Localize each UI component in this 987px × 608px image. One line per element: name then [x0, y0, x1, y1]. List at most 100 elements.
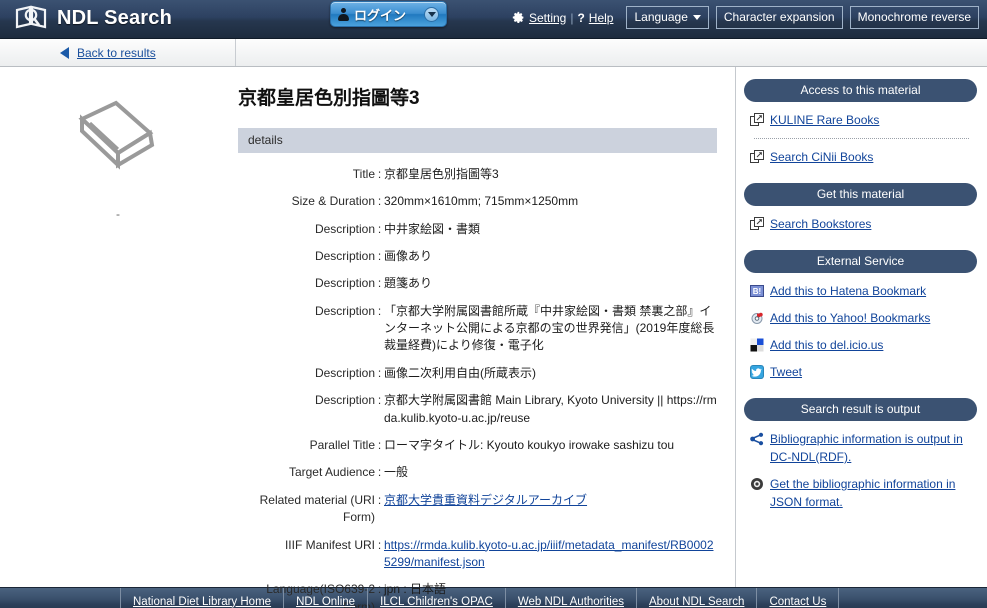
sidebar-item[interactable]: Add this to del.icio.us [750, 336, 977, 354]
sidebar-item[interactable]: B! Add this to Hatena Bookmark [750, 282, 977, 300]
footer-link[interactable]: Web NDL Authorities [504, 588, 636, 608]
metadata-value: 一般 [384, 465, 409, 480]
footer-link[interactable]: NDL Online [283, 588, 367, 608]
metadata-colon: : [377, 303, 382, 318]
sidebar-item[interactable]: Get the bibliographic information in JSO… [750, 475, 977, 511]
metadata-row: IIIF Manifest URI: https://rmda.kulib.kyo… [238, 532, 717, 577]
back-to-results-link[interactable]: Back to results [77, 46, 156, 60]
help-link[interactable]: Help [589, 11, 614, 25]
setting-link[interactable]: Setting [529, 11, 566, 25]
sidebar-item-link[interactable]: Add this to del.icio.us [770, 336, 883, 354]
footer-link[interactable]: About NDL Search [635, 588, 756, 608]
metadata-colon: : [377, 537, 382, 552]
thumbnail-column: - [0, 67, 236, 587]
header-utilities: Setting | ? Help Language Character expa… [512, 6, 979, 29]
sidebar-item-link[interactable]: Search Bookstores [770, 215, 871, 233]
book-magnifier-logo-icon [15, 5, 47, 29]
metadata-value[interactable]: 京都大学貴重資料デジタルアーカイブ [384, 487, 717, 532]
metadata-value-link[interactable]: 京都大学貴重資料デジタルアーカイブ [384, 493, 587, 507]
login-button-label: ログイン [354, 7, 407, 23]
metadata-label: Parallel Title [309, 438, 375, 453]
sidebar-item-link[interactable]: KULINE Rare Books [770, 111, 879, 129]
metadata-row: Target Audience: 一般 [238, 459, 717, 486]
metadata-label: Description [314, 303, 375, 318]
share-nodes-icon [750, 432, 764, 446]
metadata-value: 画像あり [384, 248, 433, 263]
site-header: NDL Search ログイン Setting | ? Help Languag… [0, 0, 987, 39]
metadata-value[interactable]: https://rmda.kulib.kyoto-u.ac.jp/iiif/me… [384, 532, 717, 577]
external-window-icon [750, 217, 764, 230]
yahoo-bookmarks-icon [751, 312, 763, 324]
breadcrumb-bar: Back to results [0, 39, 987, 67]
metadata-value: ローマ字タイトル: Kyouto koukyo irowake sashizu … [384, 438, 675, 453]
sidebar-section-title: Search result is output [744, 398, 977, 421]
metadata-colon: : [377, 365, 382, 380]
sidebar-item[interactable]: Search Bookstores [750, 215, 977, 233]
login-button[interactable]: ログイン [330, 1, 447, 27]
monochrome-reverse-label: Monochrome reverse [857, 10, 971, 24]
metadata-row: Title: 京都皇居色別指圖等3 [238, 161, 717, 188]
sidebar-section-title: External Service [744, 250, 977, 273]
metadata-colon: : [377, 248, 382, 263]
metadata-colon: : [377, 492, 382, 507]
metadata-colon: : [377, 221, 382, 236]
thumbnail-caption: - [116, 207, 120, 221]
metadata-row: Parallel Title: ローマ字タイトル: Kyouto koukyo i… [238, 432, 717, 459]
details-section-header: details [238, 127, 717, 153]
metadata-value: 「京都大学附属図書館所蔵『中井家絵図・書類 禁裏之部』インターネット公開による京… [384, 303, 715, 353]
sidebar-item-link[interactable]: Get the bibliographic information in JSO… [770, 475, 977, 511]
metadata-label: Title [352, 166, 375, 181]
language-button-label: Language [634, 10, 688, 24]
sidebar-item-link[interactable]: Add this to Hatena Bookmark [770, 282, 926, 300]
sidebar-item[interactable]: Search CiNii Books [750, 148, 977, 166]
twitter-bird-icon [750, 365, 764, 379]
metadata-value-link[interactable]: https://rmda.kulib.kyoto-u.ac.jp/iiif/me… [384, 538, 714, 569]
sidebar-item[interactable]: Bibliographic information is output in D… [750, 430, 977, 466]
metadata-colon: : [377, 194, 382, 209]
external-window-icon [750, 150, 764, 163]
breadcrumb[interactable]: Back to results [0, 39, 236, 66]
sidebar-item-link[interactable]: Bibliographic information is output in D… [770, 430, 977, 466]
metadata-label: Description [314, 276, 375, 291]
sidebar-item-link[interactable]: Tweet [770, 363, 802, 381]
left-triangle-icon [60, 46, 69, 59]
sidebar-item[interactable]: Add this to Yahoo! Bookmarks [750, 309, 977, 327]
hatena-bookmark-icon: B! [750, 285, 764, 297]
metadata-row: Size & Duration:320mm×1610mm; 715mm×1250… [238, 188, 717, 215]
metadata-value: 京都皇居色別指圖等3 [384, 166, 499, 181]
metadata-label: Description [314, 365, 375, 380]
footer-link[interactable]: National Diet Library Home [120, 588, 283, 608]
footer-link[interactable]: ILCL Children's OPAC [367, 588, 505, 608]
setting-group[interactable]: Setting | ? Help [512, 11, 614, 25]
metadata-value: 画像二次利用自由(所蔵表示) [384, 365, 536, 380]
character-expansion-button[interactable]: Character expansion [715, 6, 843, 29]
footer-link[interactable]: Contact Us [756, 588, 840, 608]
metadata-label: Description [314, 221, 375, 236]
footer-nav: National Diet Library Home NDL Online ILCL… [0, 587, 987, 608]
sidebar-item[interactable]: KULINE Rare Books [750, 111, 977, 129]
sidebar-section-title: Get this material [744, 183, 977, 206]
language-button[interactable]: Language [626, 6, 709, 29]
brand-title: NDL Search [57, 7, 173, 29]
metadata-colon: : [377, 465, 382, 480]
page-title: 京都皇居色別指圖等3 [238, 88, 420, 109]
metadata-label: Related material (URI Form) [259, 492, 375, 525]
sidebar-item[interactable]: Tweet [750, 363, 977, 381]
monochrome-reverse-button[interactable]: Monochrome reverse [849, 6, 979, 29]
external-window-icon [750, 113, 764, 126]
sidebar-item-link[interactable]: Search CiNii Books [770, 148, 873, 166]
metadata-colon: : [377, 393, 382, 408]
metadata-value: 題箋あり [384, 276, 433, 291]
brand[interactable]: NDL Search [14, 4, 172, 32]
metadata-row: Related material (URI Form): 京都大学貴重資料デジタル… [238, 487, 717, 532]
svg-text:B!: B! [753, 287, 761, 296]
metadata-table: Title: 京都皇居色別指圖等3 Size & Duration:320mm×16… [238, 161, 717, 608]
chevron-down-icon[interactable] [424, 6, 439, 22]
metadata-row: Description: 京都大学附属図書館 Main Library, Kyot… [238, 387, 717, 432]
metadata-value: 中井家絵図・書類 [384, 221, 481, 236]
sidebar-item-link[interactable]: Add this to Yahoo! Bookmarks [770, 309, 930, 327]
person-icon [338, 7, 349, 21]
